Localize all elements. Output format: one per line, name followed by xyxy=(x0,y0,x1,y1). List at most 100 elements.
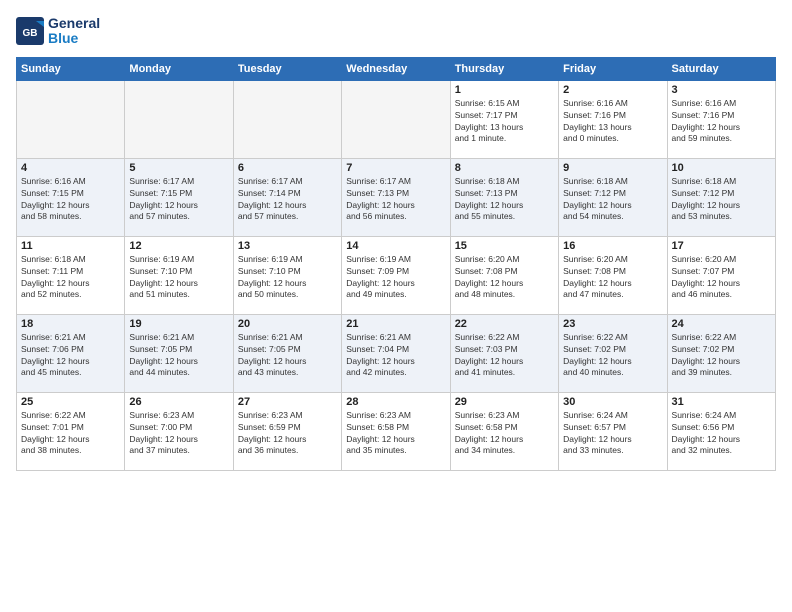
svg-text:GB: GB xyxy=(23,28,38,39)
day-number: 12 xyxy=(129,240,228,252)
weekday-header-tuesday: Tuesday xyxy=(233,57,341,80)
day-number: 6 xyxy=(238,162,337,174)
weekday-header-row: SundayMondayTuesdayWednesdayThursdayFrid… xyxy=(17,57,776,80)
weekday-header-sunday: Sunday xyxy=(17,57,125,80)
day-info: Sunrise: 6:24 AM Sunset: 6:56 PM Dayligh… xyxy=(672,410,771,458)
calendar-cell: 12 Sunrise: 6:19 AM Sunset: 7:10 PM Dayli… xyxy=(125,236,233,314)
header: GB General Blue xyxy=(16,16,776,47)
day-number: 28 xyxy=(346,396,445,408)
calendar-cell: 4 Sunrise: 6:16 AM Sunset: 7:15 PM Daylig… xyxy=(17,158,125,236)
calendar-cell: 21 Sunrise: 6:21 AM Sunset: 7:04 PM Dayli… xyxy=(342,314,450,392)
calendar-cell: 17 Sunrise: 6:20 AM Sunset: 7:07 PM Dayli… xyxy=(667,236,775,314)
day-info: Sunrise: 6:17 AM Sunset: 7:14 PM Dayligh… xyxy=(238,176,337,224)
day-info: Sunrise: 6:22 AM Sunset: 7:01 PM Dayligh… xyxy=(21,410,120,458)
weekday-header-thursday: Thursday xyxy=(450,57,558,80)
calendar-cell: 16 Sunrise: 6:20 AM Sunset: 7:08 PM Dayli… xyxy=(559,236,667,314)
calendar-cell: 3Sunrise: 6:16 AM Sunset: 7:16 PM Daylig… xyxy=(667,80,775,158)
day-number: 16 xyxy=(563,240,662,252)
calendar-cell: 29Sunrise: 6:23 AM Sunset: 6:58 PM Dayli… xyxy=(450,392,558,470)
day-info: Sunrise: 6:18 AM Sunset: 7:12 PM Dayligh… xyxy=(563,176,662,224)
calendar-cell: 18 Sunrise: 6:21 AM Sunset: 7:06 PM Dayli… xyxy=(17,314,125,392)
day-number: 13 xyxy=(238,240,337,252)
weekday-header-monday: Monday xyxy=(125,57,233,80)
calendar-page: GB General Blue SundayMondayTuesdayWedne… xyxy=(0,0,792,612)
day-number: 17 xyxy=(672,240,771,252)
calendar-cell xyxy=(17,80,125,158)
calendar-cell: 10 Sunrise: 6:18 AM Sunset: 7:12 PM Dayli… xyxy=(667,158,775,236)
day-info: Sunrise: 6:22 AM Sunset: 7:02 PM Dayligh… xyxy=(563,332,662,380)
calendar-cell: 27 Sunrise: 6:23 AM Sunset: 6:59 PM Dayli… xyxy=(233,392,341,470)
calendar-cell: 19Sunrise: 6:21 AM Sunset: 7:05 PM Dayli… xyxy=(125,314,233,392)
calendar-cell: 2Sunrise: 6:16 AM Sunset: 7:16 PM Daylig… xyxy=(559,80,667,158)
day-number: 18 xyxy=(21,318,120,330)
day-number: 26 xyxy=(129,396,228,408)
calendar-table: SundayMondayTuesdayWednesdayThursdayFrid… xyxy=(16,57,776,471)
weekday-header-wednesday: Wednesday xyxy=(342,57,450,80)
day-number: 27 xyxy=(238,396,337,408)
day-info: Sunrise: 6:20 AM Sunset: 7:08 PM Dayligh… xyxy=(563,254,662,302)
day-number: 4 xyxy=(21,162,120,174)
week-row-1: 1Sunrise: 6:15 AM Sunset: 7:17 PM Daylig… xyxy=(17,80,776,158)
day-number: 25 xyxy=(21,396,120,408)
calendar-cell: 9 Sunrise: 6:18 AM Sunset: 7:12 PM Daylig… xyxy=(559,158,667,236)
day-number: 11 xyxy=(21,240,120,252)
calendar-cell: 31 Sunrise: 6:24 AM Sunset: 6:56 PM Dayli… xyxy=(667,392,775,470)
calendar-cell xyxy=(233,80,341,158)
day-number: 1 xyxy=(455,84,554,96)
day-info: Sunrise: 6:23 AM Sunset: 6:59 PM Dayligh… xyxy=(238,410,337,458)
day-info: Sunrise: 6:23 AM Sunset: 7:00 PM Dayligh… xyxy=(129,410,228,458)
week-row-2: 4 Sunrise: 6:16 AM Sunset: 7:15 PM Daylig… xyxy=(17,158,776,236)
day-info: Sunrise: 6:24 AM Sunset: 6:57 PM Dayligh… xyxy=(563,410,662,458)
calendar-cell: 14Sunrise: 6:19 AM Sunset: 7:09 PM Dayli… xyxy=(342,236,450,314)
day-info: Sunrise: 6:18 AM Sunset: 7:11 PM Dayligh… xyxy=(21,254,120,302)
week-row-5: 25 Sunrise: 6:22 AM Sunset: 7:01 PM Dayli… xyxy=(17,392,776,470)
calendar-cell: 20 Sunrise: 6:21 AM Sunset: 7:05 PM Dayli… xyxy=(233,314,341,392)
day-info: Sunrise: 6:19 AM Sunset: 7:09 PM Dayligh… xyxy=(346,254,445,302)
day-number: 20 xyxy=(238,318,337,330)
day-number: 30 xyxy=(563,396,662,408)
day-info: Sunrise: 6:20 AM Sunset: 7:07 PM Dayligh… xyxy=(672,254,771,302)
logo: GB General Blue xyxy=(16,16,100,47)
calendar-cell: 11 Sunrise: 6:18 AM Sunset: 7:11 PM Dayli… xyxy=(17,236,125,314)
calendar-cell: 23Sunrise: 6:22 AM Sunset: 7:02 PM Dayli… xyxy=(559,314,667,392)
day-info: Sunrise: 6:17 AM Sunset: 7:13 PM Dayligh… xyxy=(346,176,445,224)
day-info: Sunrise: 6:18 AM Sunset: 7:12 PM Dayligh… xyxy=(672,176,771,224)
day-info: Sunrise: 6:22 AM Sunset: 7:02 PM Dayligh… xyxy=(672,332,771,380)
weekday-header-friday: Friday xyxy=(559,57,667,80)
calendar-cell: 26 Sunrise: 6:23 AM Sunset: 7:00 PM Dayli… xyxy=(125,392,233,470)
day-number: 9 xyxy=(563,162,662,174)
day-number: 7 xyxy=(346,162,445,174)
calendar-cell: 25 Sunrise: 6:22 AM Sunset: 7:01 PM Dayli… xyxy=(17,392,125,470)
day-number: 3 xyxy=(672,84,771,96)
calendar-cell xyxy=(125,80,233,158)
calendar-cell: 22Sunrise: 6:22 AM Sunset: 7:03 PM Dayli… xyxy=(450,314,558,392)
day-number: 31 xyxy=(672,396,771,408)
logo-general: General xyxy=(48,16,100,31)
calendar-cell xyxy=(342,80,450,158)
weekday-header-saturday: Saturday xyxy=(667,57,775,80)
day-number: 21 xyxy=(346,318,445,330)
day-number: 2 xyxy=(563,84,662,96)
calendar-cell: 30 Sunrise: 6:24 AM Sunset: 6:57 PM Dayli… xyxy=(559,392,667,470)
week-row-3: 11 Sunrise: 6:18 AM Sunset: 7:11 PM Dayli… xyxy=(17,236,776,314)
day-info: Sunrise: 6:21 AM Sunset: 7:04 PM Dayligh… xyxy=(346,332,445,380)
day-info: Sunrise: 6:19 AM Sunset: 7:10 PM Dayligh… xyxy=(238,254,337,302)
day-info: Sunrise: 6:18 AM Sunset: 7:13 PM Dayligh… xyxy=(455,176,554,224)
day-number: 15 xyxy=(455,240,554,252)
day-info: Sunrise: 6:16 AM Sunset: 7:15 PM Dayligh… xyxy=(21,176,120,224)
day-info: Sunrise: 6:19 AM Sunset: 7:10 PM Dayligh… xyxy=(129,254,228,302)
day-number: 24 xyxy=(672,318,771,330)
calendar-cell: 8Sunrise: 6:18 AM Sunset: 7:13 PM Daylig… xyxy=(450,158,558,236)
calendar-cell: 6 Sunrise: 6:17 AM Sunset: 7:14 PM Daylig… xyxy=(233,158,341,236)
day-number: 19 xyxy=(129,318,228,330)
day-number: 10 xyxy=(672,162,771,174)
day-info: Sunrise: 6:22 AM Sunset: 7:03 PM Dayligh… xyxy=(455,332,554,380)
day-info: Sunrise: 6:21 AM Sunset: 7:06 PM Dayligh… xyxy=(21,332,120,380)
calendar-cell: 13 Sunrise: 6:19 AM Sunset: 7:10 PM Dayli… xyxy=(233,236,341,314)
calendar-cell: 7 Sunrise: 6:17 AM Sunset: 7:13 PM Daylig… xyxy=(342,158,450,236)
calendar-cell: 28Sunrise: 6:23 AM Sunset: 6:58 PM Dayli… xyxy=(342,392,450,470)
day-info: Sunrise: 6:20 AM Sunset: 7:08 PM Dayligh… xyxy=(455,254,554,302)
logo-blue: Blue xyxy=(48,31,100,46)
week-row-4: 18 Sunrise: 6:21 AM Sunset: 7:06 PM Dayli… xyxy=(17,314,776,392)
day-info: Sunrise: 6:21 AM Sunset: 7:05 PM Dayligh… xyxy=(238,332,337,380)
